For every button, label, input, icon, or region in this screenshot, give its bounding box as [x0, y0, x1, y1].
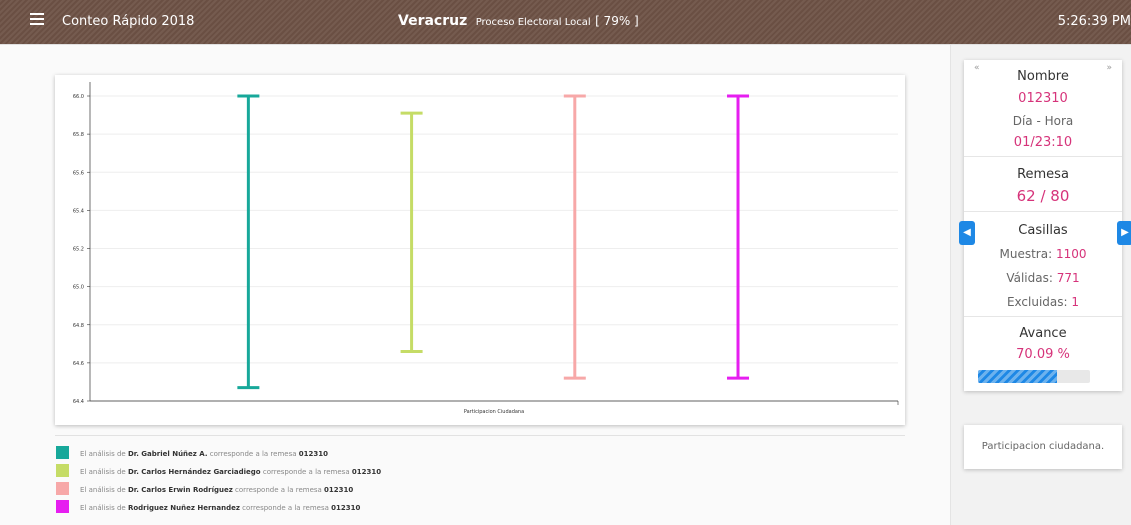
validas-label: Válidas: [1006, 271, 1053, 285]
y-tick-label: 66.0 [73, 94, 84, 100]
nombre-section: Nombre 012310 Día - Hora 01/23:10 [964, 60, 1122, 157]
y-tick-label: 65.8 [73, 132, 84, 138]
y-tick-label: 65.4 [73, 208, 84, 214]
sidebar: « » Nombre 012310 Día - Hora 01/23:10 Re… [950, 45, 1131, 525]
next-chevron-icon[interactable]: » [1106, 63, 1112, 73]
error-bar-chart: 66.0 65.8 65.6 65.4 65.2 65.0 64.8 64.6 64.4 Part… [73, 82, 899, 415]
casillas-section: Casillas Muestra: 1100 Válidas: 771 Excl… [964, 212, 1122, 317]
nombre-value: 012310 [1018, 91, 1068, 106]
hamburger-menu-icon[interactable] [30, 13, 44, 27]
y-tick-label: 65.6 [73, 170, 84, 176]
excluidas-value: 1 [1071, 295, 1080, 309]
y-tick-label: 65.0 [73, 285, 84, 291]
legend-swatch [56, 482, 69, 495]
info-card: « » Nombre 012310 Día - Hora 01/23:10 Re… [964, 60, 1122, 391]
election-title: Veracruz Proceso Electoral Local [ 79% ] [398, 13, 639, 29]
avance-label: Avance [1019, 326, 1067, 341]
state-name: Veracruz [398, 13, 468, 29]
y-tick-label: 64.4 [73, 399, 84, 405]
validas-value: 771 [1056, 271, 1080, 285]
avance-value: 70.09 % [1016, 347, 1070, 362]
legend-swatch [56, 500, 69, 513]
prev-chevron-icon[interactable]: « [974, 63, 980, 73]
remesa-section: Remesa 62 / 80 [964, 157, 1122, 212]
x-category-label: Participacion Ciudadana [464, 409, 524, 415]
main-panel: 66.0 65.8 65.6 65.4 65.2 65.0 64.8 64.6 64.4 Part… [0, 45, 950, 525]
excluidas-label: Excluidas: [1006, 295, 1068, 309]
legend-swatch [56, 464, 69, 477]
note-text: Participacion ciudadana. [981, 441, 1105, 452]
top-bar: Conteo Rápido 2018 Veracruz Proceso Elec… [0, 0, 1131, 45]
casillas-label: Casillas [1018, 223, 1068, 238]
dia-value: 01/23:10 [1013, 135, 1073, 150]
prev-button[interactable]: ◀ [959, 221, 975, 245]
excluidas-row: Excluidas: 1 [964, 290, 1122, 314]
remesa-value: 62 / 80 [1016, 187, 1070, 205]
legend-text: El análisis de Dr. Carlos Hernández Garc… [80, 468, 382, 476]
nombre-label: Nombre [1017, 69, 1069, 84]
divider [55, 435, 905, 436]
next-button[interactable]: ▶ [1117, 221, 1131, 245]
app-title: Conteo Rápido 2018 [62, 14, 195, 29]
process-name: Proceso Electoral Local [475, 17, 591, 28]
legend-item: El análisis de Dr. Gabriel Núñez A. corr… [56, 445, 936, 463]
y-tick-label: 64.8 [73, 323, 84, 329]
chart-card: 66.0 65.8 65.6 65.4 65.2 65.0 64.8 64.6 64.4 Part… [55, 75, 905, 425]
legend-text: El análisis de Dr. Gabriel Núñez A. corr… [80, 450, 328, 458]
muestra-row: Muestra: 1100 [964, 242, 1122, 266]
legend-item: El análisis de Dr. Carlos Erwin Rodrígue… [56, 481, 936, 499]
avance-progress-bar [978, 370, 1090, 383]
caret-right-icon: ▶ [1121, 227, 1129, 238]
note-card: Participacion ciudadana. [964, 425, 1122, 469]
legend-text: El análisis de Dr. Carlos Erwin Rodrígue… [80, 486, 354, 494]
dia-label: Día - Hora [1012, 114, 1074, 128]
caret-left-icon: ◀ [963, 227, 971, 238]
process-percent: [ 79% ] [595, 14, 639, 28]
legend-swatch [56, 446, 69, 459]
remesa-label: Remesa [1017, 167, 1069, 182]
legend-item: El análisis de Rodriguez Nuñez Hernandez… [56, 499, 936, 517]
chart-legend: El análisis de Dr. Gabriel Núñez A. corr… [56, 445, 936, 517]
legend-item: El análisis de Dr. Carlos Hernández Garc… [56, 463, 936, 481]
y-tick-label: 64.6 [73, 361, 84, 367]
clock: 5:26:39 PM [1057, 14, 1131, 29]
muestra-label: Muestra: [999, 247, 1053, 261]
validas-row: Válidas: 771 [964, 266, 1122, 290]
progress-fill [978, 370, 1057, 383]
legend-text: El análisis de Rodriguez Nuñez Hernandez… [80, 504, 361, 512]
muestra-value: 1100 [1055, 247, 1087, 261]
y-tick-label: 65.2 [73, 247, 84, 253]
